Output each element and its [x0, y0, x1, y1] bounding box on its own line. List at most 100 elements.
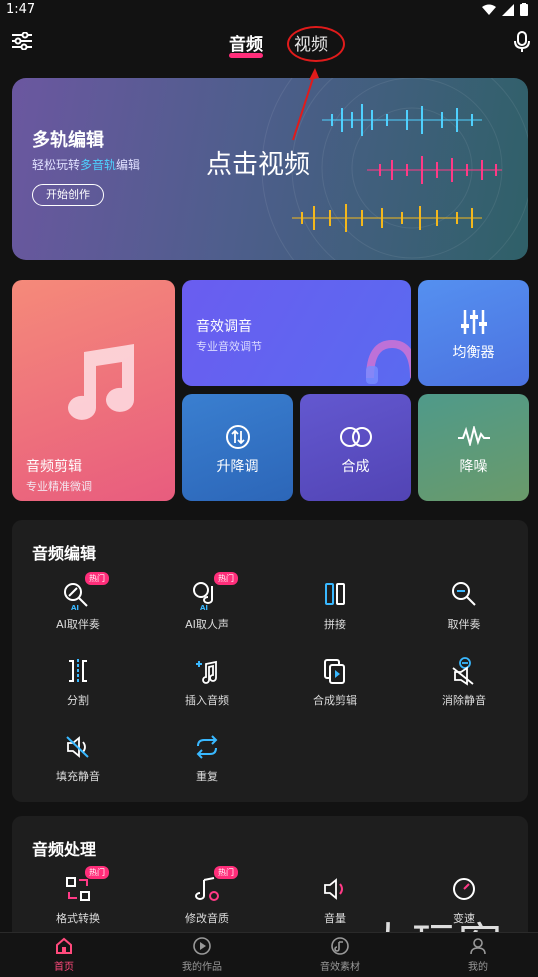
hot-badge: 热门 — [85, 572, 109, 585]
status-icons — [482, 3, 528, 16]
nav-mine[interactable]: 我的 — [438, 937, 518, 973]
tool-format-convert[interactable]: 热门 格式转换 — [23, 866, 133, 926]
nav-works-label: 我的作品 — [182, 962, 222, 973]
nav-materials-label: 音效素材 — [320, 962, 360, 973]
volume-icon — [320, 874, 350, 904]
accompaniment-icon — [449, 580, 479, 610]
tool-label: 插入音频 — [185, 694, 229, 707]
headphones-icon — [366, 339, 411, 384]
tool-label: 修改音质 — [185, 912, 229, 925]
tool-label: 填充静音 — [56, 770, 100, 783]
tool-splice[interactable]: 拼接 — [280, 580, 390, 632]
split-icon — [63, 656, 93, 686]
annotation-text: 点击视频 — [206, 150, 311, 180]
mix-edit-icon — [320, 656, 350, 686]
tool-label: AI取伴奏 — [56, 618, 100, 631]
effects-card[interactable]: 音效调音 专业音效调节 — [182, 280, 411, 386]
equalizer-icon — [460, 310, 487, 334]
settings-sliders-icon[interactable] — [12, 32, 32, 50]
tool-label: 分割 — [67, 694, 89, 707]
tool-accompaniment[interactable]: 取伴奏 — [409, 580, 519, 632]
microphone-icon[interactable] — [514, 31, 530, 53]
tool-repeat[interactable]: 重复 — [152, 732, 262, 784]
audio-cut-sub: 专业精准微调 — [26, 480, 92, 493]
tool-label: 格式转换 — [56, 912, 100, 925]
status-bar: 1:47 — [0, 0, 538, 20]
ai-vocal-icon: AI 热门 — [192, 572, 238, 612]
denoise-card[interactable]: 降噪 — [418, 394, 529, 501]
tool-label: 合成剪辑 — [313, 694, 357, 707]
remove-silence-icon — [449, 656, 479, 686]
top-bar: 音频 视频 — [0, 20, 538, 64]
music-disc-icon — [331, 937, 349, 955]
wifi-icon — [482, 4, 496, 15]
status-time: 1:47 — [6, 2, 36, 17]
tool-remove-silence[interactable]: 消除静音 — [409, 656, 519, 708]
nav-materials[interactable]: 音效素材 — [300, 937, 380, 973]
mix-title: 合成 — [341, 459, 370, 475]
insert-audio-icon — [192, 656, 222, 686]
denoise-wave-icon — [457, 426, 490, 446]
hero-subtitle: 轻松玩转多音轨编辑 — [32, 158, 141, 172]
splice-icon — [320, 580, 350, 610]
multitrack-edit-card[interactable]: 多轨编辑 轻松玩转多音轨编辑 开始创作 点击视频 — [12, 78, 528, 260]
hot-badge: 热门 — [214, 866, 238, 879]
nav-home-label: 首页 — [54, 962, 74, 973]
denoise-title: 降噪 — [459, 459, 488, 475]
format-convert-icon: 热门 — [63, 866, 109, 904]
tool-mix-edit[interactable]: 合成剪辑 — [280, 656, 390, 708]
repeat-icon — [192, 732, 222, 762]
pitch-icon — [225, 425, 250, 449]
effects-title: 音效调音 — [196, 319, 252, 335]
tool-split[interactable]: 分割 — [23, 656, 133, 708]
bottom-navigation: 首页 我的作品 音效素材 我的 — [0, 932, 538, 977]
hero-title: 多轨编辑 — [32, 130, 104, 151]
tool-label: 消除静音 — [442, 694, 486, 707]
hot-badge: 热门 — [214, 572, 238, 585]
fill-silence-icon — [63, 732, 93, 762]
play-circle-icon — [193, 937, 211, 955]
tool-fill-silence[interactable]: 填充静音 — [23, 732, 133, 784]
pitch-card[interactable]: 升降调 — [182, 394, 293, 501]
speed-icon — [449, 874, 479, 904]
nav-home[interactable]: 首页 — [24, 937, 104, 973]
audio-cut-card[interactable]: 音频剪辑 专业精准微调 — [12, 280, 175, 501]
quality-icon: 热门 — [192, 866, 238, 904]
equalizer-title: 均衡器 — [452, 345, 495, 361]
annotation-arrow — [292, 68, 319, 141]
tool-quality[interactable]: 热门 修改音质 — [152, 866, 262, 926]
signal-icon — [502, 3, 514, 16]
equalizer-card[interactable]: 均衡器 — [418, 280, 529, 386]
nav-mine-label: 我的 — [468, 962, 488, 973]
waveform-yellow — [292, 204, 482, 232]
ai-label: AI — [71, 604, 80, 612]
audio-cut-title: 音频剪辑 — [26, 459, 82, 475]
nav-works[interactable]: 我的作品 — [162, 937, 242, 973]
tool-label: 取伴奏 — [447, 618, 481, 631]
music-note-icon — [68, 344, 134, 420]
ai-label: AI — [200, 604, 209, 612]
tool-insert-audio[interactable]: 插入音频 — [152, 656, 262, 708]
user-icon — [470, 938, 486, 955]
tool-ai-accompaniment[interactable]: AI 热门 AI取伴奏 — [23, 572, 133, 632]
hot-badge: 热门 — [85, 866, 109, 879]
start-create-button[interactable]: 开始创作 — [32, 184, 104, 206]
tab-audio-label: 音频 — [229, 35, 263, 55]
tool-label: 拼接 — [324, 618, 346, 631]
pitch-title: 升降调 — [216, 459, 259, 475]
effects-sub: 专业音效调节 — [196, 340, 262, 353]
waveform-pink — [367, 156, 502, 184]
ai-accompaniment-icon: AI 热门 — [63, 572, 109, 612]
tool-label: 重复 — [196, 770, 218, 783]
mix-card[interactable]: 合成 — [300, 394, 411, 501]
annotation-circle — [287, 26, 345, 62]
home-icon — [56, 937, 72, 954]
tool-label: AI取人声 — [185, 618, 229, 631]
tool-ai-vocal[interactable]: AI 热门 AI取人声 — [152, 572, 262, 632]
audio-edit-section: 音频编辑 AI 热门 AI取伴奏 AI 热门 AI取人声 拼接 取伴奏 分割 插… — [12, 520, 528, 802]
tab-audio[interactable]: 音频 — [229, 30, 263, 58]
audio-edit-title: 音频编辑 — [32, 544, 97, 563]
battery-icon — [520, 3, 528, 16]
mix-circles-icon — [339, 427, 372, 447]
audio-process-title: 音频处理 — [32, 840, 97, 859]
